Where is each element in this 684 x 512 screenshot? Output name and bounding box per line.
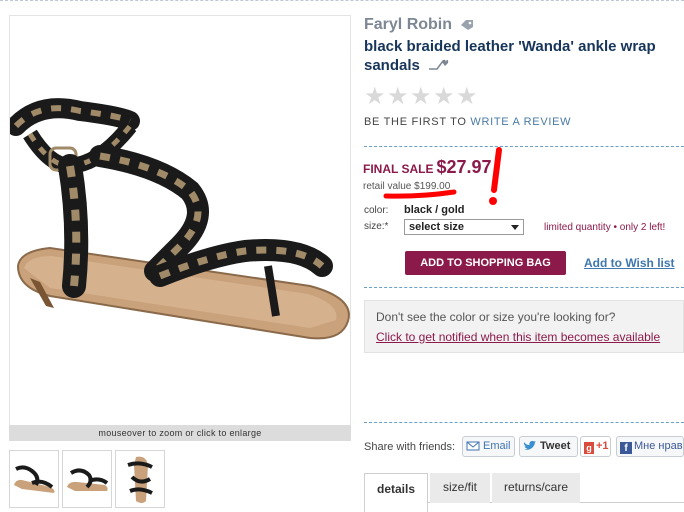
color-value: black / gold xyxy=(404,204,465,216)
google-plus-button[interactable]: g +1 xyxy=(580,436,611,457)
notify-link[interactable]: Click to get notified when this item bec… xyxy=(376,330,660,344)
size-select-value: select size xyxy=(409,221,465,233)
divider xyxy=(364,287,684,288)
tab-size-fit[interactable]: size/fit xyxy=(430,473,490,503)
tab-details[interactable]: details xyxy=(364,473,428,512)
email-label: Email xyxy=(483,440,511,452)
facebook-icon: f xyxy=(620,442,632,454)
size-select[interactable]: select size xyxy=(404,219,524,235)
facebook-like-button[interactable]: f Мне нрав xyxy=(616,436,684,457)
twitter-bird-icon xyxy=(523,440,536,450)
google-plus-icon: g xyxy=(584,442,594,454)
limited-quantity-note: limited quantity • only 2 left! xyxy=(544,222,666,233)
notify-box: Don't see the color or size you're looki… xyxy=(364,300,684,353)
facebook-label: Мне нрав xyxy=(634,440,683,452)
email-share-button[interactable]: Email xyxy=(462,436,515,457)
divider xyxy=(364,422,684,423)
product-tabs: details size/fit returns/care xyxy=(364,473,684,512)
envelope-icon xyxy=(466,441,480,451)
add-to-wishlist-link[interactable]: Add to Wish list xyxy=(584,256,675,270)
add-to-bag-button[interactable]: ADD TO SHOPPING BAG xyxy=(405,251,566,275)
google-plus-label: +1 xyxy=(596,440,609,452)
tab-returns-care[interactable]: returns/care xyxy=(492,473,580,503)
tweet-label: Tweet xyxy=(540,440,571,452)
color-label: color: xyxy=(364,205,389,216)
size-label: size:* xyxy=(364,221,389,232)
share-label: Share with friends: xyxy=(364,441,456,453)
tweet-button[interactable]: Tweet xyxy=(519,436,578,457)
chevron-down-icon xyxy=(511,225,519,230)
notify-question: Don't see the color or size you're looki… xyxy=(376,310,616,324)
